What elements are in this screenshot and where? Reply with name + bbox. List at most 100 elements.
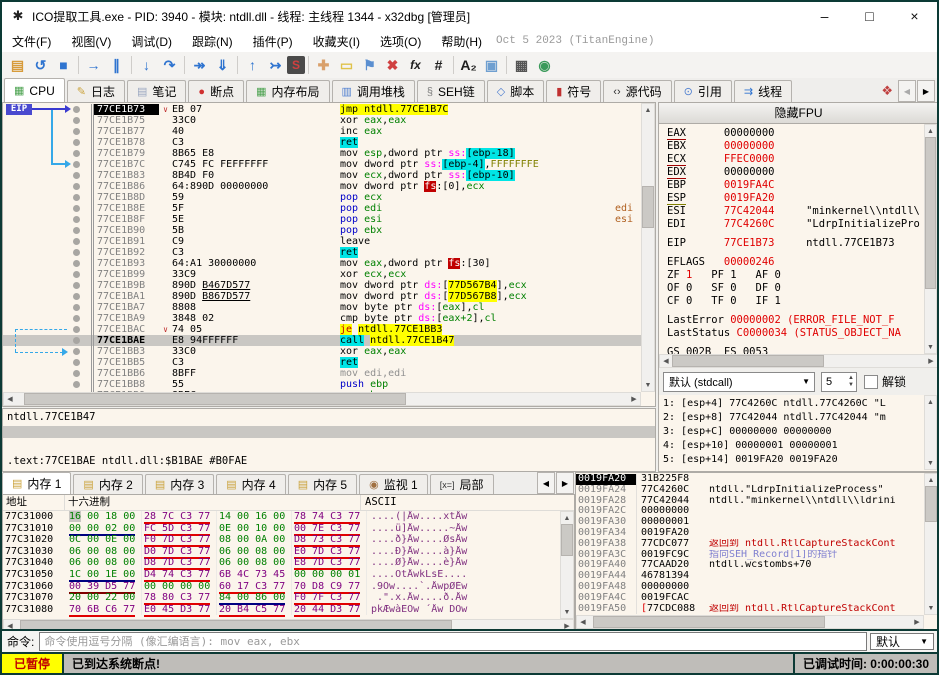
stack-row[interactable]: 0019FA24 77C4260C ntdll."LdrpInitializePro…: [576, 484, 924, 496]
calculator-icon[interactable]: ▦: [510, 55, 533, 76]
breakpoint-gutter[interactable]: [3, 247, 94, 258]
breakpoint-gutter[interactable]: [3, 181, 94, 192]
register-line[interactable]: CF 0 TF 0 IF 1: [667, 295, 924, 308]
breakpoint-dot[interactable]: [73, 381, 80, 388]
execute-till-return-icon[interactable]: ↠: [188, 55, 211, 76]
font-case-icon[interactable]: A₂: [457, 55, 480, 76]
hash-icon[interactable]: #: [427, 55, 450, 76]
breakpoint-gutter[interactable]: [3, 148, 94, 159]
breakpoint-dot[interactable]: [73, 293, 80, 300]
breakpoint-dot[interactable]: [73, 315, 80, 322]
calling-convention-select[interactable]: 默认 (stdcall) ▼: [663, 371, 815, 392]
register-line[interactable]: EFLAGS 00000246: [667, 256, 924, 269]
menu-item[interactable]: 文件(F): [2, 33, 61, 50]
argument-line[interactable]: 5: [esp+14] 0019FA20 0019FA20: [663, 453, 925, 467]
register-line[interactable]: LastStatus C0000034 (STATUS_OBJECT_NA: [667, 327, 924, 340]
disasm-row[interactable]: 77CE1BB8 55 push ebp: [3, 379, 641, 390]
register-line[interactable]: EBX 00000000: [667, 140, 924, 153]
disasm-row[interactable]: 77CE1BA9 3848 02 cmp byte ptr ds:[eax+2],c…: [3, 313, 641, 324]
hide-fpu-button[interactable]: 隐藏FPU: [659, 103, 937, 124]
tab-笔记[interactable]: ▤ 笔记: [126, 80, 187, 102]
step-over-icon[interactable]: ↷: [158, 55, 181, 76]
dump-row[interactable]: 77C31040 06 00 08 00 D8 7D C3 77 06 00 08 0…: [3, 557, 560, 571]
breakpoint-gutter[interactable]: [3, 258, 94, 269]
tab-引用[interactable]: ⊙ 引用: [673, 80, 732, 102]
tab-断点[interactable]: ● 断点: [188, 80, 245, 102]
register-line[interactable]: ESI 77C42044 "minkernel\\ntdll\: [667, 205, 924, 218]
disasm-row[interactable]: 77CE1B92 C3 ret: [3, 247, 641, 258]
minimize-button[interactable]: –: [802, 2, 847, 30]
stack-row[interactable]: 0019FA3C 0019FC9C 指向SEH_Record[1]的指针: [576, 549, 924, 561]
bookmark-icon[interactable]: ⚑: [358, 55, 381, 76]
register-line[interactable]: OF 0 SF 0 DF 0: [667, 282, 924, 295]
register-line[interactable]: EBP 0019FA4C: [667, 179, 924, 192]
step-into-icon[interactable]: ↓: [135, 55, 158, 76]
breakpoint-dot[interactable]: [73, 326, 80, 333]
disasm-row[interactable]: 77CE1B99 33C9 xor ecx,ecx: [3, 269, 641, 280]
command-input[interactable]: [39, 632, 867, 651]
disasm-row[interactable]: 77CE1B8D 59 pop ecx: [3, 192, 641, 203]
tab-日志[interactable]: ✎ 日志: [66, 80, 125, 102]
open-file-icon[interactable]: ▤: [6, 55, 29, 76]
breakpoint-gutter[interactable]: [3, 302, 94, 313]
tab-监视 1[interactable]: ◉ 监视 1: [359, 474, 428, 494]
arguments-vertical-scrollbar[interactable]: ▲ ▼: [924, 395, 937, 470]
tab-SEH链[interactable]: § SEH链: [416, 80, 485, 102]
breakpoint-dot[interactable]: [73, 337, 80, 344]
patches-icon[interactable]: ✚: [312, 55, 335, 76]
register-line[interactable]: EDX 00000000: [667, 166, 924, 179]
menu-item[interactable]: 选项(O): [370, 33, 431, 50]
seh-chain-button[interactable]: S: [287, 56, 305, 74]
stack-row[interactable]: 0019FA44 46781394: [576, 570, 924, 582]
dump-vertical-scrollbar[interactable]: ▲ ▼: [560, 511, 574, 619]
disasm-row[interactable]: 77CE1B93 64:A1 30000000 mov eax,dword ptr …: [3, 258, 641, 269]
disasm-row[interactable]: 77CE1B8F 5E pop esi esi: [3, 214, 641, 225]
registers-vertical-scrollbar[interactable]: ▲ ▼: [924, 124, 937, 354]
breakpoint-dot[interactable]: [73, 161, 80, 168]
breakpoint-dot[interactable]: [73, 227, 80, 234]
disasm-row[interactable]: 77CE1BAE E8 94FFFFFF call ntdll.77CE1B47: [3, 335, 641, 346]
tab-内存 3[interactable]: ▤ 内存 3: [144, 474, 215, 494]
argument-line[interactable]: 3: [esp+C] 00000000 00000000: [663, 425, 925, 439]
menu-item[interactable]: 视图(V): [61, 33, 121, 50]
tab-内存布局[interactable]: ▦ 内存布局: [246, 80, 330, 102]
tab-局部[interactable]: [x=] 局部: [429, 474, 494, 494]
menu-item[interactable]: 调试(D): [121, 33, 182, 50]
dump-row[interactable]: 77C31000 16 00 18 00 28 7C C3 77 14 00 16 0…: [3, 511, 560, 524]
disasm-row[interactable]: 77CE1B91 C9 leave: [3, 236, 641, 247]
breakpoint-dot[interactable]: [73, 117, 80, 124]
register-line[interactable]: ESP 0019FA20: [667, 192, 924, 205]
dump-row[interactable]: 77C31030 06 00 08 00 D0 7D C3 77 06 00 08 0…: [3, 545, 560, 559]
disasm-row[interactable]: 77CE1BB3 33C0 xor eax,eax: [3, 346, 641, 357]
breakpoint-dot[interactable]: [73, 282, 80, 289]
disasm-row[interactable]: 77CE1B79 8B65 E8 mov esp,dword ptr ss:[ebp…: [3, 148, 641, 159]
breakpoint-gutter[interactable]: [3, 192, 94, 203]
disasm-row[interactable]: 77CE1BB5 C3 ret: [3, 357, 641, 368]
register-line[interactable]: LastError 00000002 (ERROR_FILE_NOT_F: [667, 314, 924, 327]
breakpoint-gutter[interactable]: [3, 137, 94, 148]
breakpoint-gutter[interactable]: [3, 126, 94, 137]
menu-item[interactable]: 帮助(H): [431, 33, 492, 50]
checkbox-box[interactable]: [864, 374, 878, 389]
run-icon[interactable]: →: [82, 55, 105, 76]
attach-icon[interactable]: ▣: [480, 55, 503, 76]
tab-scroll-left-button[interactable]: ◀: [898, 80, 916, 102]
tab-内存 5[interactable]: ▤ 内存 5: [287, 474, 358, 494]
disasm-row[interactable]: 77CE1B90 5B pop ebx: [3, 225, 641, 236]
tab-内存 1[interactable]: ▤ 内存 1: [2, 472, 72, 494]
dump-row[interactable]: 77C31080 70 6B C6 77 E0 45 D3 77 20 B4 C5 7…: [3, 603, 560, 617]
restart-icon[interactable]: ↺: [29, 55, 52, 76]
tab-源代码[interactable]: ‹› 源代码: [603, 80, 672, 102]
breakpoint-dot[interactable]: [73, 205, 80, 212]
tab-脚本[interactable]: ◇ 脚本: [486, 80, 545, 102]
breakpoint-gutter[interactable]: [3, 280, 94, 291]
breakpoint-dot[interactable]: [73, 183, 80, 190]
stack-vertical-scrollbar[interactable]: ▲ ▼: [924, 473, 937, 615]
argument-line[interactable]: 4: [esp+10] 00000001 00000001: [663, 439, 925, 453]
breakpoint-dot[interactable]: [73, 216, 80, 223]
comment-icon[interactable]: ▭: [335, 55, 358, 76]
tab-调用堆栈[interactable]: ▥ 调用堆栈: [331, 80, 415, 102]
trace-into-icon[interactable]: ⇓: [211, 55, 234, 76]
assemble-fx-icon[interactable]: fx: [404, 55, 427, 76]
breakpoint-gutter[interactable]: [3, 203, 94, 214]
